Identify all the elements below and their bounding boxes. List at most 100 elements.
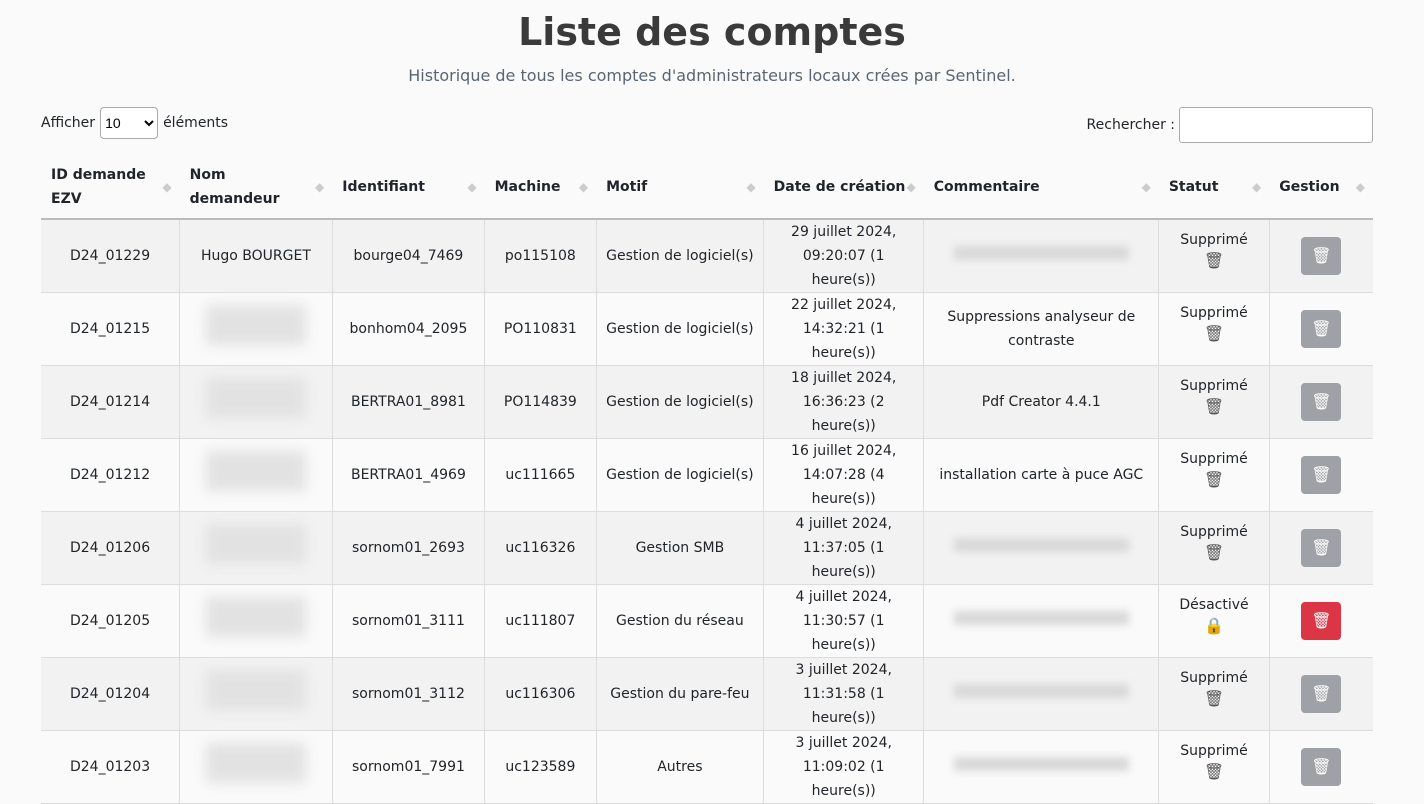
sort-icon[interactable]: ◆ (1142, 175, 1151, 199)
cell-gestion: 🗑︎ (1268, 438, 1373, 512)
delete-button[interactable]: 🗑︎ (1301, 237, 1342, 275)
column-label: Statut (1168, 178, 1219, 195)
delete-button[interactable]: 🗑︎ (1301, 456, 1342, 494)
trash-can-icon: 🗑 (1203, 689, 1225, 708)
search-input[interactable] (1179, 107, 1373, 143)
cell-commentaire: Pdf Creator 4.4.1 (923, 365, 1160, 439)
cell-identifiant: sornom01_7991 (331, 730, 486, 804)
sort-icon[interactable]: ◆ (315, 175, 324, 199)
trash-can-icon: 🗑 (1203, 397, 1225, 416)
column-header[interactable]: Commentaire ◆ (923, 155, 1159, 220)
redacted-name (205, 378, 306, 418)
length-prefix: Afficher (41, 115, 96, 131)
cell-commentaire: Suppressions analyseur de contraste (923, 292, 1160, 366)
cell-id: D24_01203 (41, 730, 181, 804)
cell-date: 18 juillet 2024, 16:36:23 (2 heure(s)) (763, 365, 925, 439)
table-row: D24_01215 bonhom04_2095 PO110831 Gestion… (41, 292, 1373, 366)
redacted-name (205, 743, 306, 783)
page-subtitle: Historique de tous les comptes d'adminis… (408, 66, 1016, 85)
column-header[interactable]: Motif ◆ (596, 155, 764, 220)
column-header[interactable]: ID demande EZV ◆ (41, 155, 180, 220)
cell-statut: Supprimé 🗑 (1158, 730, 1270, 804)
table-row: D24_01204 sornom01_3112 uc116306 Gestion… (41, 657, 1373, 731)
cell-machine: po115108 (484, 218, 597, 293)
table-row: D24_01229 Hugo BOURGET bourge04_7469 po1… (41, 218, 1373, 293)
column-header[interactable]: Date de création ◆ (763, 155, 924, 220)
cell-commentaire: installation carte à puce AGC (923, 438, 1160, 512)
trash-can-icon: 🗑 (1203, 543, 1225, 562)
delete-button[interactable]: 🗑︎ (1301, 675, 1342, 713)
sort-icon[interactable]: ◆ (162, 175, 171, 199)
accounts-table: ID demande EZV ◆ Nom demandeur ◆ Identifiant… (41, 155, 1373, 804)
cell-motif: Gestion de logiciel(s) (595, 438, 765, 512)
delete-button[interactable]: 🗑︎ (1301, 310, 1342, 348)
cell-motif: Gestion de logiciel(s) (595, 292, 765, 366)
redacted-comment (954, 684, 1129, 698)
delete-button[interactable]: 🗑︎ (1301, 529, 1342, 567)
cell-date: 3 juillet 2024, 11:31:58 (1 heure(s)) (763, 657, 925, 731)
column-label: Date de création (773, 178, 906, 195)
column-header[interactable]: Gestion ◆ (1269, 155, 1373, 220)
sort-icon[interactable]: ◆ (579, 175, 588, 199)
cell-motif: Gestion de logiciel(s) (595, 365, 765, 439)
cell-identifiant: sornom01_3112 (331, 657, 486, 731)
cell-id: D24_01205 (41, 584, 181, 658)
column-header[interactable]: Machine ◆ (484, 155, 597, 220)
cell-nom: Hugo BOURGET (179, 218, 333, 293)
cell-gestion: 🗑︎ (1268, 730, 1373, 804)
page-length-control: Afficher 10 éléments (41, 107, 228, 139)
trash-icon: 🗑︎ (1311, 611, 1332, 630)
column-header[interactable]: Statut ◆ (1158, 155, 1270, 220)
trash-can-icon: 🗑 (1203, 470, 1225, 489)
page-length-select[interactable]: 10 (100, 107, 159, 139)
cell-date: 16 juillet 2024, 14:07:28 (4 heure(s)) (763, 438, 925, 512)
redacted-comment (954, 757, 1129, 771)
cell-statut: Désactivé 🔒 (1158, 584, 1270, 658)
trash-icon: 🗑︎ (1311, 319, 1332, 338)
delete-button[interactable]: 🗑︎ (1301, 383, 1342, 421)
cell-motif: Gestion du réseau (595, 584, 765, 658)
cell-date: 22 juillet 2024, 14:32:21 (1 heure(s)) (763, 292, 925, 366)
sort-icon[interactable]: ◆ (907, 175, 916, 199)
cell-id: D24_01212 (41, 438, 181, 512)
redacted-name (205, 524, 306, 564)
column-label: Commentaire (933, 178, 1040, 195)
column-header[interactable]: Nom demandeur ◆ (179, 155, 333, 220)
redacted-comment (954, 611, 1129, 625)
cell-gestion: 🗑︎ (1268, 365, 1373, 439)
search-label: Rechercher : (1086, 117, 1175, 133)
delete-button[interactable]: 🗑︎ (1301, 602, 1342, 640)
trash-icon: 🗑︎ (1311, 392, 1332, 411)
trash-can-icon: 🗑 (1203, 251, 1225, 270)
cell-machine: PO110831 (484, 292, 597, 366)
cell-gestion: 🗑︎ (1268, 657, 1373, 731)
cell-commentaire (923, 511, 1160, 585)
cell-statut: Supprimé 🗑 (1158, 218, 1270, 293)
cell-nom (179, 511, 333, 585)
table-row: D24_01203 sornom01_7991 uc123589 Autres … (41, 730, 1373, 804)
cell-motif: Autres (595, 730, 765, 804)
sort-icon[interactable]: ◆ (1252, 175, 1261, 199)
cell-statut: Supprimé 🗑 (1158, 438, 1270, 512)
trash-icon: 🗑︎ (1311, 757, 1332, 776)
cell-statut: Supprimé 🗑 (1158, 365, 1270, 439)
sort-icon[interactable]: ◆ (1356, 175, 1365, 199)
cell-machine: uc111807 (484, 584, 597, 658)
cell-commentaire (923, 218, 1160, 293)
table-row: D24_01205 sornom01_3111 uc111807 Gestion… (41, 584, 1373, 658)
cell-motif: Gestion de logiciel(s) (595, 218, 765, 293)
cell-id: D24_01206 (41, 511, 181, 585)
cell-identifiant: sornom01_2693 (331, 511, 486, 585)
cell-gestion: 🗑︎ (1268, 292, 1373, 366)
redacted-name (205, 305, 306, 345)
lock-icon: 🔒 (1204, 616, 1224, 635)
column-label: Gestion (1279, 178, 1340, 195)
column-header[interactable]: Identifiant ◆ (332, 155, 485, 220)
cell-commentaire (923, 657, 1160, 731)
trash-icon: 🗑︎ (1311, 684, 1332, 703)
cell-statut: Supprimé 🗑 (1158, 292, 1270, 366)
cell-identifiant: bonhom04_2095 (331, 292, 486, 366)
sort-icon[interactable]: ◆ (467, 175, 476, 199)
sort-icon[interactable]: ◆ (746, 175, 755, 199)
delete-button[interactable]: 🗑︎ (1301, 748, 1342, 786)
